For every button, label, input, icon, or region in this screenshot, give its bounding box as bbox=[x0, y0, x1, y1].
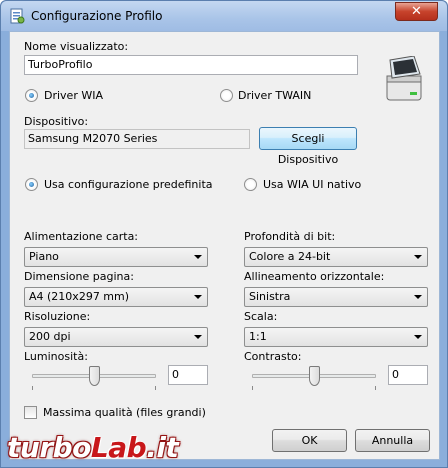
name-label: Nome visualizzato: bbox=[24, 40, 129, 53]
brightness-thumb[interactable] bbox=[89, 366, 100, 386]
page-size-label: Dimensione pagina: bbox=[24, 270, 134, 283]
scale-value: 1:1 bbox=[249, 330, 267, 343]
chevron-down-icon bbox=[414, 255, 422, 259]
bit-depth-label: Profondità di bit: bbox=[244, 230, 336, 243]
resolution-label: Risoluzione: bbox=[24, 310, 91, 323]
contrast-tick-max bbox=[375, 386, 376, 390]
default-config-label[interactable]: Usa configurazione predefinita bbox=[44, 178, 213, 191]
dialog-content: Nome visualizzato: TurboProfilo Driver W… bbox=[9, 31, 440, 460]
chevron-down-icon bbox=[194, 255, 202, 259]
contrast-thumb[interactable] bbox=[309, 366, 320, 386]
profile-config-icon bbox=[10, 8, 25, 24]
resolution-select[interactable]: 200 dpi bbox=[24, 327, 208, 347]
max-quality-label[interactable]: Massima qualità (files grandi) bbox=[43, 406, 206, 419]
ok-button[interactable]: OK bbox=[272, 429, 347, 452]
h-align-value: Sinistra bbox=[249, 290, 291, 303]
page-size-value: A4 (210x297 mm) bbox=[29, 290, 130, 303]
scanner-icon bbox=[386, 56, 422, 101]
native-ui-label[interactable]: Usa WIA UI nativo bbox=[263, 178, 361, 191]
driver-wia-label[interactable]: Driver WIA bbox=[44, 89, 103, 102]
paper-feed-label: Alimentazione carta: bbox=[24, 230, 139, 243]
page-size-select[interactable]: A4 (210x297 mm) bbox=[24, 287, 208, 307]
contrast-field[interactable]: 0 bbox=[388, 365, 428, 385]
brightness-tick-max bbox=[155, 386, 156, 390]
chevron-down-icon bbox=[194, 295, 202, 299]
contrast-tick-min bbox=[252, 386, 253, 390]
bit-depth-value: Colore a 24-bit bbox=[249, 250, 331, 263]
title-bar[interactable]: Configurazione Profilo ✕ bbox=[1, 1, 447, 31]
brightness-label: Luminosità: bbox=[24, 350, 88, 363]
brightness-tick-min bbox=[32, 386, 33, 390]
driver-wia-radio[interactable] bbox=[25, 89, 38, 102]
window-title: Configurazione Profilo bbox=[31, 9, 163, 23]
driver-twain-label[interactable]: Driver TWAIN bbox=[238, 89, 311, 102]
paper-feed-select[interactable]: Piano bbox=[24, 247, 208, 267]
scale-select[interactable]: 1:1 bbox=[244, 327, 428, 347]
cancel-button[interactable]: Annulla bbox=[355, 429, 430, 452]
device-label: Dispositivo: bbox=[24, 115, 89, 128]
dialog-window: Configurazione Profilo ✕ Nome visualizza… bbox=[0, 0, 448, 468]
name-field[interactable]: TurboProfilo bbox=[24, 55, 358, 75]
chevron-down-icon bbox=[414, 335, 422, 339]
default-config-radio[interactable] bbox=[25, 178, 38, 191]
bit-depth-select[interactable]: Colore a 24-bit bbox=[244, 247, 428, 267]
native-ui-radio[interactable] bbox=[244, 178, 257, 191]
brightness-field[interactable]: 0 bbox=[168, 365, 208, 385]
contrast-slider[interactable] bbox=[252, 364, 376, 390]
h-align-select[interactable]: Sinistra bbox=[244, 287, 428, 307]
device-field: Samsung M2070 Series bbox=[24, 129, 250, 149]
watermark-logo: turboLab.it bbox=[7, 431, 179, 464]
chevron-down-icon bbox=[414, 295, 422, 299]
max-quality-checkbox[interactable] bbox=[24, 406, 37, 419]
chevron-down-icon bbox=[194, 335, 202, 339]
close-button[interactable]: ✕ bbox=[395, 2, 438, 21]
brightness-slider[interactable] bbox=[32, 364, 156, 390]
contrast-label: Contrasto: bbox=[244, 350, 302, 363]
paper-feed-value: Piano bbox=[29, 250, 59, 263]
driver-twain-radio[interactable] bbox=[220, 89, 233, 102]
h-align-label: Allineamento orizzontale: bbox=[244, 270, 385, 283]
resolution-value: 200 dpi bbox=[29, 330, 71, 343]
scale-label: Scala: bbox=[244, 310, 278, 323]
choose-device-button[interactable]: Scegli Dispositivo bbox=[259, 127, 357, 166]
